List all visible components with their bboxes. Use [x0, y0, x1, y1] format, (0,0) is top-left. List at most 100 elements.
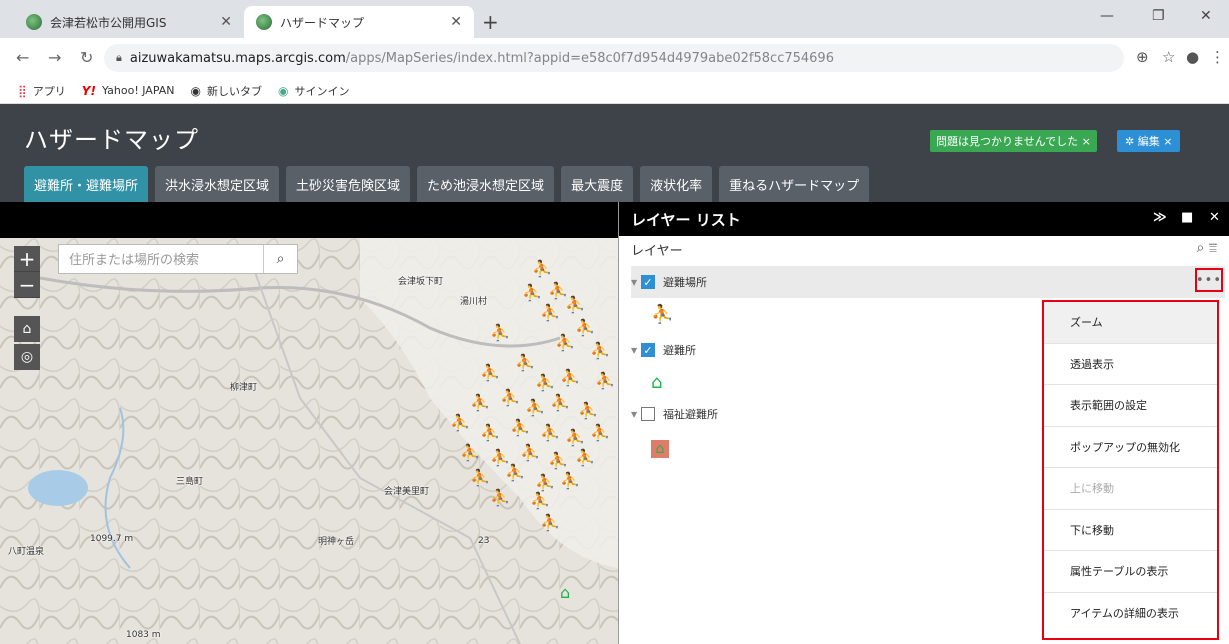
caret-down-icon[interactable]: ▼ — [631, 278, 641, 287]
svg-text:⛹: ⛹ — [555, 333, 575, 352]
place-label: 三島町 — [176, 477, 204, 487]
menu-item-attribute-table[interactable]: 属性テーブルの表示 — [1044, 551, 1217, 593]
svg-text:⛹: ⛹ — [480, 363, 500, 382]
window-close-icon[interactable]: ✕ — [1200, 8, 1212, 24]
svg-text:⛹: ⛹ — [520, 443, 540, 462]
url-field[interactable]: 🔒︎ aizuwakamatsu.maps.arcgis.com/apps/Ma… — [104, 44, 1124, 72]
new-tab-icon[interactable]: + — [482, 10, 499, 34]
menu-item-transparency[interactable]: 透過表示 — [1044, 344, 1217, 385]
svg-text:⛹: ⛹ — [575, 448, 595, 467]
zoom-out-button[interactable]: − — [14, 272, 40, 298]
search-input[interactable] — [59, 245, 263, 273]
panel-title: レイヤー リスト — [631, 210, 741, 229]
menu-item-move-down[interactable]: 下に移動 — [1044, 510, 1217, 551]
svg-text:⛹: ⛹ — [525, 398, 545, 417]
place-label: 会津美里町 — [384, 487, 430, 497]
svg-text:⛹: ⛹ — [565, 295, 585, 314]
svg-text:⛹: ⛹ — [530, 491, 550, 510]
close-panel-icon[interactable]: ✕ — [1209, 210, 1220, 225]
tab-flood[interactable]: 洪水浸水想定区域 — [155, 166, 280, 202]
svg-text:⛹: ⛹ — [590, 423, 610, 442]
app-tabs: 避難所・避難場所 洪水浸水想定区域 土砂災害危険区域 ため池浸水想定区域 最大震… — [24, 166, 876, 202]
caret-down-icon[interactable]: ▼ — [631, 410, 641, 419]
zoom-in-button[interactable]: + — [14, 246, 40, 272]
edit-button[interactable]: ✲ 編集 × — [1117, 130, 1181, 152]
place-label: 会津坂下町 — [398, 277, 444, 287]
layer-checkbox[interactable]: ✓ — [641, 343, 655, 357]
bookmark-label: Yahoo! JAPAN — [101, 84, 175, 97]
layer-options-menu: ズーム 透過表示 表示範囲の設定 ポップアップの無効化 上に移動 下に移動 属性… — [1042, 300, 1219, 640]
locate-icon[interactable]: ◎ — [14, 344, 40, 370]
bookmark-yahoo[interactable]: Y! Yahoo! JAPAN — [82, 84, 175, 98]
layer-options-button[interactable]: ••• — [1195, 268, 1223, 292]
maximize-icon[interactable]: ■ — [1181, 210, 1193, 225]
menu-kebab-icon[interactable]: ⋮ — [1210, 48, 1225, 66]
globe-icon: ◉ — [278, 83, 289, 98]
issues-notice-badge[interactable]: 問題は見つかりませんでした × — [930, 130, 1097, 152]
collapse-icon[interactable]: ≫ — [1153, 210, 1167, 225]
menu-item-item-details[interactable]: アイテムの詳細の表示 — [1044, 593, 1217, 635]
page-title: ハザードマップ — [24, 126, 199, 154]
place-label: 湯川村 — [460, 297, 488, 307]
svg-text:⛹: ⛹ — [450, 413, 470, 432]
zoom-control: + − — [14, 246, 40, 298]
site-favicon-icon — [256, 14, 272, 30]
layer-checkbox[interactable]: ✓ — [641, 275, 655, 289]
layer-name: 福祉避難所 — [663, 408, 718, 421]
tab-landslide[interactable]: 土砂災害危険区域 — [286, 166, 411, 202]
search-filter-icon[interactable]: ⌕ ⩸ — [1197, 240, 1217, 256]
map-view[interactable]: ⛹ ⛹ ⛹ ⛹ ⛹ ⛹ ⛹ ⛹ ⛹ ⛹ ⛹ ⛹ ⛹ ⛹ ⛹ ⛹ ⛹ ⛹ ⛹ ⛹ ⛹ ⛹ ⛹ ⛹ ⛹ ⛹ ⛹ ⛹ ⛹ ⛹ … — [0, 238, 618, 644]
svg-text:⛹: ⛹ — [470, 393, 490, 412]
place-label: 1099.7 m — [90, 534, 134, 544]
tab-reservoir[interactable]: ため池浸水想定区域 — [417, 166, 555, 202]
tab-title: 会津若松市公開用GIS — [50, 15, 167, 30]
svg-text:⛹: ⛹ — [505, 463, 525, 482]
close-icon[interactable]: ✕ — [450, 14, 462, 30]
layer-checkbox[interactable] — [641, 407, 655, 421]
svg-text:⛹: ⛹ — [532, 259, 552, 278]
reload-icon[interactable]: ↻ — [80, 48, 93, 67]
bookmark-newtab[interactable]: ◉ 新しいタブ — [191, 83, 262, 99]
edit-label: 編集 × — [1137, 135, 1173, 148]
map-terrain: ⛹⛹ ⛹ ⛹⛹ ⛹ ⛹⛹ ⛹ ⛹⛹⛹ ⛹ ⛹⛹ ⛹⛹ ⛹ ⛹⛹⛹ ⛹ ⛹ ⛹ ⛹⛹ ⛹ ⛹ ⛹ ⛹ … — [0, 238, 618, 644]
layer-row-evacuation-sites[interactable]: ▼ ✓ 避難場所 ••• — [631, 266, 1225, 298]
layer-name: 避難場所 — [663, 276, 707, 289]
search-icon[interactable]: ⌕ — [263, 245, 297, 273]
caret-down-icon[interactable]: ▼ — [631, 346, 641, 355]
browser-tab-hazard[interactable]: ハザードマップ ✕ — [244, 6, 474, 38]
close-icon[interactable]: ✕ — [220, 14, 232, 30]
svg-text:⛹: ⛹ — [560, 368, 580, 387]
home-icon[interactable]: ⌂ — [14, 316, 40, 342]
forward-arrow-icon[interactable]: → — [48, 48, 61, 67]
lock-icon: 🔒︎ — [116, 51, 122, 64]
svg-text:⛹: ⛹ — [540, 513, 560, 532]
menu-item-disable-popup[interactable]: ポップアップの無効化 — [1044, 427, 1217, 468]
extension-icon[interactable]: ⊕ — [1136, 48, 1149, 66]
bookmark-apps[interactable]: ⣿ アプリ — [18, 83, 66, 99]
bookmark-signin[interactable]: ◉ サインイン — [278, 83, 349, 99]
tab-overlay[interactable]: 重ねるハザードマップ — [719, 166, 870, 202]
back-arrow-icon[interactable]: ← — [16, 48, 29, 67]
globe-icon: ◉ — [190, 83, 201, 98]
menu-item-visibility-range[interactable]: 表示範囲の設定 — [1044, 385, 1217, 427]
restore-icon[interactable]: ❐ — [1152, 8, 1165, 24]
browser-tabstrip: 会津若松市公開用GIS ✕ ハザードマップ ✕ + — ❐ ✕ — [0, 0, 1229, 38]
svg-text:⛹: ⛹ — [535, 473, 555, 492]
tab-liquefaction[interactable]: 液状化率 — [640, 166, 713, 202]
tab-seismic[interactable]: 最大震度 — [561, 166, 634, 202]
tab-title: ハザードマップ — [280, 15, 365, 30]
place-label: 1083 m — [126, 630, 161, 640]
place-label: 明神ヶ岳 — [318, 537, 355, 547]
gear-icon: ✲ — [1125, 135, 1138, 148]
profile-icon[interactable]: ● — [1186, 48, 1199, 66]
minimize-icon[interactable]: — — [1100, 8, 1114, 24]
svg-text:⛹: ⛹ — [510, 418, 530, 437]
tab-shelters[interactable]: 避難所・避難場所 — [24, 166, 149, 202]
svg-text:⛹: ⛹ — [565, 428, 585, 447]
star-icon[interactable]: ☆ — [1162, 48, 1175, 66]
svg-text:⛹: ⛹ — [540, 303, 560, 322]
url-host: aizuwakamatsu.maps.arcgis.com — [129, 50, 346, 66]
menu-item-zoom[interactable]: ズーム — [1044, 302, 1217, 344]
browser-tab-gis[interactable]: 会津若松市公開用GIS ✕ — [14, 6, 244, 38]
address-bar: ← → ↻ 🔒︎ aizuwakamatsu.maps.arcgis.com/a… — [0, 38, 1229, 78]
